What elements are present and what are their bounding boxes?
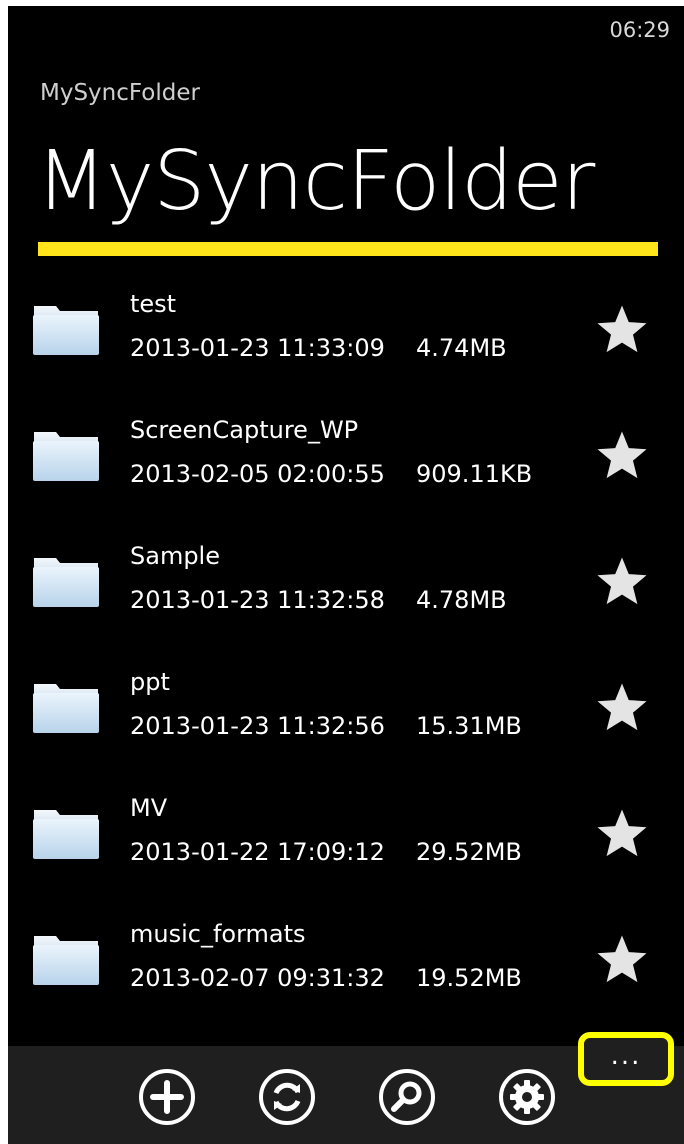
- star-icon[interactable]: [594, 806, 650, 862]
- folder-icon: [33, 810, 99, 859]
- app-name: MySyncFolder: [40, 80, 200, 106]
- star-icon[interactable]: [594, 680, 650, 736]
- file-name: music_formats: [130, 920, 306, 948]
- folder-icon: [33, 558, 99, 607]
- star-icon[interactable]: [594, 932, 650, 988]
- folder-icon: [33, 684, 99, 733]
- file-name: Sample: [130, 542, 220, 570]
- file-date: 2013-01-23 11:32:58: [130, 586, 385, 614]
- file-size: 29.52MB: [416, 838, 522, 866]
- file-date: 2013-02-05 02:00:55: [130, 460, 385, 488]
- folder-icon: [33, 306, 99, 355]
- file-name: ScreenCapture_WP: [130, 416, 359, 444]
- more-button[interactable]: ...: [578, 1032, 674, 1086]
- folder-icon: [33, 432, 99, 481]
- phone-screen: 06:29 MySyncFolder MySyncFolder test 201…: [8, 6, 684, 1144]
- file-name: test: [130, 290, 177, 318]
- ellipsis-icon: ...: [610, 1041, 642, 1071]
- app-bar: ...: [8, 1032, 684, 1144]
- file-row[interactable]: MV 2013-01-22 17:09:12 29.52MB: [8, 786, 684, 912]
- file-size: 4.78MB: [416, 586, 507, 614]
- search-icon[interactable]: [378, 1068, 436, 1126]
- file-row[interactable]: ScreenCapture_WP 2013-02-05 02:00:55 909…: [8, 408, 684, 534]
- star-icon[interactable]: [594, 554, 650, 610]
- file-size: 19.52MB: [416, 964, 522, 992]
- file-date: 2013-02-07 09:31:32: [130, 964, 385, 992]
- file-list: test 2013-01-23 11:33:09 4.74MB ScreenCa…: [8, 282, 684, 1038]
- star-icon[interactable]: [594, 428, 650, 484]
- star-icon[interactable]: [594, 302, 650, 358]
- file-size: 909.11KB: [416, 460, 533, 488]
- settings-icon[interactable]: [498, 1068, 556, 1126]
- file-row[interactable]: ppt 2013-01-23 11:32:56 15.31MB: [8, 660, 684, 786]
- file-row[interactable]: Sample 2013-01-23 11:32:58 4.78MB: [8, 534, 684, 660]
- file-name: MV: [130, 794, 168, 822]
- file-date: 2013-01-23 11:32:56: [130, 712, 385, 740]
- file-row[interactable]: music_formats 2013-02-07 09:31:32 19.52M…: [8, 912, 684, 1038]
- sync-icon[interactable]: [258, 1068, 316, 1126]
- file-date: 2013-01-23 11:33:09: [130, 334, 385, 362]
- file-size: 4.74MB: [416, 334, 507, 362]
- file-date: 2013-01-22 17:09:12: [130, 838, 385, 866]
- folder-icon: [33, 936, 99, 985]
- title-underline: [38, 242, 658, 256]
- file-row[interactable]: test 2013-01-23 11:33:09 4.74MB: [8, 282, 684, 408]
- add-icon[interactable]: [138, 1068, 196, 1126]
- status-time: 06:29: [609, 18, 670, 42]
- file-size: 15.31MB: [416, 712, 522, 740]
- file-name: ppt: [130, 668, 170, 696]
- page-title: MySyncFolder: [36, 134, 595, 229]
